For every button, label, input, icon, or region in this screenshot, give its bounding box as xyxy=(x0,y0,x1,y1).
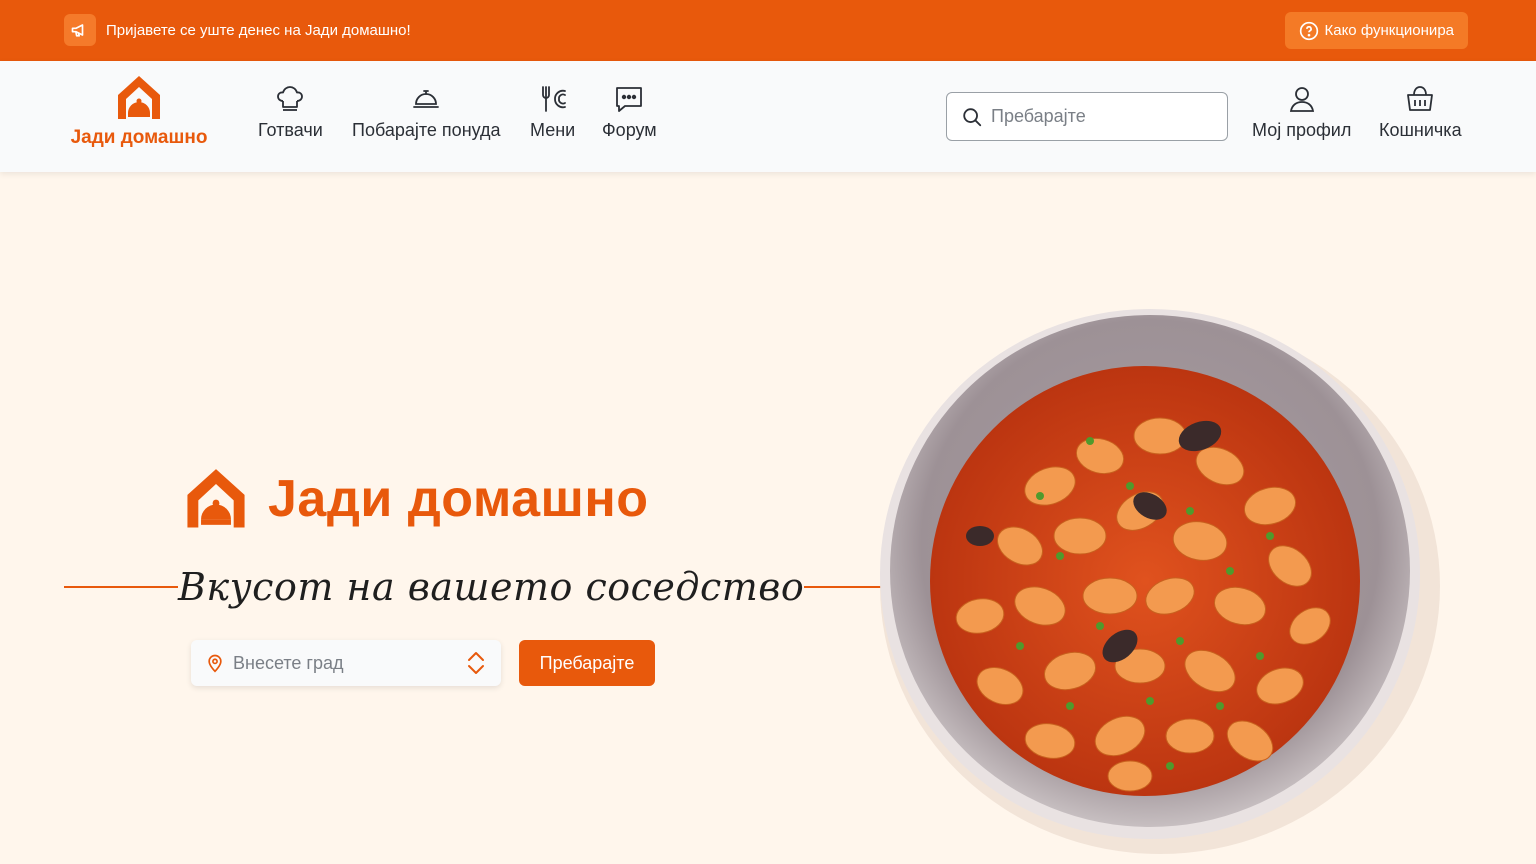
nav-label-menus: Мени xyxy=(530,120,576,140)
basket-icon xyxy=(1407,86,1434,111)
nav-item-forum[interactable]: Форум xyxy=(602,83,657,141)
megaphone-icon xyxy=(64,14,96,46)
tagline: Вкусот на вашето соседство xyxy=(178,565,805,609)
food-bowl-image xyxy=(880,309,1440,854)
search-icon xyxy=(963,107,982,126)
house-logo-icon xyxy=(118,76,160,119)
chef-hat-icon xyxy=(277,86,304,111)
main-navbar: Јади домашно Готвачи Побарајте понуда Ме… xyxy=(0,61,1536,172)
cart-label: Кошничка xyxy=(1379,120,1462,140)
user-icon xyxy=(1289,87,1314,112)
announcement-text: Пријавете се уште денес на Јади домашно! xyxy=(106,21,411,39)
search-box[interactable] xyxy=(946,92,1228,141)
announcement[interactable]: Пријавете се уште денес на Јади домашно! xyxy=(64,14,411,46)
announcement-bar: Пријавете се уште денес на Јади домашно!… xyxy=(0,0,1536,61)
how-it-works-label: Како функционира xyxy=(1324,22,1455,39)
cart-link[interactable]: Кошничка xyxy=(1379,83,1462,141)
nav-item-request-offer[interactable]: Побарајте понуда xyxy=(352,83,501,141)
city-placeholder: Внесете град xyxy=(233,652,344,673)
nav-label-request-offer: Побарајте понуда xyxy=(352,120,501,140)
chevron-updown-icon xyxy=(468,652,484,674)
search-input[interactable] xyxy=(991,106,1221,127)
city-select[interactable]: Внесете град xyxy=(191,640,501,686)
house-logo-icon xyxy=(187,469,245,528)
map-pin-icon xyxy=(208,654,222,673)
logo-text: Јади домашно xyxy=(70,127,208,148)
hero-search-button[interactable]: Пребарајте xyxy=(519,640,655,686)
nav-label-cooks: Готвачи xyxy=(258,120,323,140)
cloche-icon xyxy=(413,90,440,108)
utensils-icon xyxy=(541,86,566,112)
nav-item-cooks[interactable]: Готвачи xyxy=(258,83,323,141)
hero-logo: Јади домашно xyxy=(182,464,649,534)
hero-title: Јади домашно xyxy=(268,470,649,528)
how-it-works-button[interactable]: Како функционира xyxy=(1284,12,1468,49)
logo[interactable]: Јади домашно xyxy=(64,73,214,149)
nav-label-forum: Форум xyxy=(602,120,657,140)
help-circle-icon xyxy=(1299,21,1318,40)
profile-label: Мој профил xyxy=(1252,120,1352,140)
chat-icon xyxy=(616,87,643,112)
divider-left xyxy=(64,586,178,588)
nav-item-menus[interactable]: Мени xyxy=(530,83,575,141)
tagline-row: Вкусот на вашето соседство xyxy=(64,555,919,619)
profile-link[interactable]: Мој профил xyxy=(1252,83,1351,141)
